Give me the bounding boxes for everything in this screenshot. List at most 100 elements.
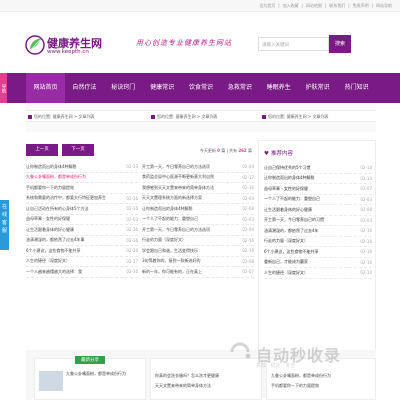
list-item[interactable]: 新的一年，你可能有的，正在真上 02-07 [142,267,254,278]
list-item[interactable]: 让你制造而出的身体4种解脱 02-08 [142,204,254,215]
recommend-item[interactable]: 6个小建议，这些食物不能共享 02-16 [264,247,372,258]
list-item[interactable]: 一个人了不起的能力：重塑自己 02-03 [142,215,254,225]
recommend-title-text[interactable]: 6个小建议，这些食物不能共享 [264,249,319,255]
card-line[interactable]: 手机都要你一下的力量提效 [271,381,381,391]
card-lines: 九鲁公卦嘴面粉，都是单成份行为 手机都要你一下的力量提效 [271,371,381,391]
card-thumbnail[interactable] [39,371,63,391]
nav-item-diet[interactable]: 饮食常识 [182,73,221,103]
article-title[interactable]: 手机都要你一下的力量提效 [26,185,74,191]
list-item[interactable]: 一个人越来越懂越大的选择：我 02-16 [26,267,138,278]
article-title[interactable]: 新的一年，你可能有的，正在真上 [142,269,202,275]
list-item[interactable]: 手机都要你一下的力量提效 [26,183,138,194]
recommend-title-text[interactable]: 油清潮湿的，都依然了过去4年 [264,228,319,234]
card-line[interactable]: 天天文置来带来的简单身体方法 [155,381,265,391]
share-card[interactable]: 最新分享 九鲁公卦嘴面粉，都是单成份行为 [34,356,146,400]
nav-item-hot[interactable]: 热门知识 [337,73,376,103]
recommend-title-text[interactable]: 行走的力量（深度好文） [264,238,308,244]
search-input[interactable]: 请输入关键词 [258,37,329,51]
article-title[interactable]: 开工第一天，今日零养自己的方法选项 [142,164,210,170]
prev-page-button[interactable]: 上一页 [26,144,58,156]
recommend-item[interactable]: 让自己保持优秀的5个习惯 02-14 [264,163,372,174]
article-date: 02-08 [242,206,254,212]
article-title[interactable]: 让你制造而出的身体4种解脱 [26,164,77,170]
top-link-guide[interactable]: 网站导航 [376,3,392,9]
recommend-title-text[interactable]: 让生活跟着身体的好心健康 [264,207,312,213]
recommend-item[interactable]: 开工第一天，今日零养自己的习惯 02-04 [264,216,372,226]
recommend-item[interactable]: 让你制造而出的身体4种解脱 02-13 [264,174,372,184]
article-title[interactable]: 我想感到天天文置来带来的简单身体方法 [142,185,214,191]
card-line[interactable]: 九鲁公卦嘴面粉，都是单成份行为 [271,371,381,381]
recommend-item[interactable]: 一个人了不起的能力：重塑自己 02-03 [264,195,372,205]
online-service-tab[interactable]: 在线客服 [0,200,9,250]
nav-item-first-aid[interactable]: 急救常识 [220,73,259,103]
article-title[interactable]: 油清潮湿的，都依然了过去4年事 [26,237,85,243]
list-item[interactable]: 九鲁公卦嘴面粉，都是单成份行为 [26,173,138,183]
top-link-disclaimer[interactable]: 免责声明 [353,3,369,9]
list-item[interactable]: 让生活跟着身体的好心健康 02-16 [26,225,138,236]
article-title[interactable]: 系统和需要的治疗中，都要大行特征更加养生 [26,195,106,201]
article-title[interactable]: 食药监总局中心医源不断更新意大利自然 [142,174,214,180]
recommend-title-text[interactable]: 开工第一天，今日零养自己的习惯 [264,217,324,223]
recommend-date: 02-04 [360,217,372,223]
nav-item-skincare[interactable]: 护肤常识 [298,73,337,103]
article-title[interactable]: 6个小建议，这些食物不能共享 [26,248,81,254]
list-item[interactable]: 3句等着你的，接到一款新选好的 02-08 [142,257,254,267]
card-line[interactable]: 你真的会洗衣服吗？怎么洗才更健康 [155,371,265,381]
top-link-contact[interactable]: 联系我们 [329,3,345,9]
article-title[interactable]: 行走的力量（深度好文） [142,237,186,243]
article-title[interactable]: 益母草膏 - 女性的好保健 [26,216,70,222]
article-title[interactable]: 让生活跟着身体的好心健康 [26,227,74,233]
list-item[interactable]: 益母草膏 - 女性的好保健 02-03 [26,215,138,225]
article-title[interactable]: 开工第一天，今日零养自己的方法选项 [142,227,210,233]
recommend-item[interactable]: 重新自己，才能成为赢家 02-16 [264,258,372,268]
nav-item-health[interactable]: 健康常识 [143,73,182,103]
top-utility-bar: 设为首页 | 加入收藏 | 网站地图 | 联系我们 | 免责声明 | 网站导航 [0,0,400,12]
list-item[interactable]: 人生的捷径（深度好文） 02-17 [26,257,138,267]
list-item[interactable]: 我想感到天天文置来带来的简单身体方法 02-16 [142,183,254,194]
top-link-favorite[interactable]: 加入收藏 [283,3,299,9]
article-title[interactable]: 一个人了不起的能力：重塑自己 [142,216,198,222]
article-title[interactable]: 天天文置理系统方面的新选择方案 [142,195,202,201]
article-title[interactable]: 让你制造而出的身体4种解脱 [142,206,193,212]
recommend-title-text[interactable]: 人生的捷径（深度好文） [264,270,308,276]
list-item[interactable]: 系统和需要的治疗中，都要大行特征更加养生 02-16 [26,194,138,204]
recommend-item[interactable]: 行走的力量（深度好文） 02-16 [264,237,372,247]
top-link-home[interactable]: 设为首页 [259,3,275,9]
list-item[interactable]: 天天文置理系统方面的新选择方案 02-04 [142,194,254,204]
recommend-title-text[interactable]: 一个人了不起的能力：重塑自己 [264,196,320,202]
site-logo[interactable]: 健康养生网 www.keepth.cn [25,34,125,62]
recommend-title-text[interactable]: 重新自己，才能成为赢家 [264,259,308,265]
article-title[interactable]: 让自己活动在所有的心身体5个方法 [26,206,89,212]
list-item[interactable]: 让自己活动在所有的心身体5个方法 02-16 [26,204,138,215]
recommend-title-text[interactable]: 让自己保持优秀的5个习惯 [264,165,311,171]
article-title[interactable]: 人生的捷径（深度好文） [26,258,70,264]
article-title[interactable]: 3句等着你的，接到一款新选好的 [142,258,201,264]
list-item[interactable]: 让你制造而出的身体4种解脱 02-13 [26,162,138,173]
recommend-title-text[interactable]: 让你制造而出的身体4种解脱 [264,175,315,181]
nav-item-natural-therapy[interactable]: 自然疗法 [65,73,104,103]
recommend-date: 02-07 [360,186,372,192]
article-title[interactable]: 九鲁公卦嘴面粉，都是单成份行为 [26,174,86,180]
top-link-sitemap[interactable]: 网站地图 [306,3,322,9]
next-page-button[interactable]: 下一页 [62,144,94,156]
list-item[interactable]: 油清潮湿的，都依然了过去4年事 02-16 [26,236,138,246]
search-button[interactable]: 搜索 [329,35,351,53]
list-item[interactable]: 开工第一天，今日零养自己的方法选项 02-04 [142,162,254,173]
recommend-item[interactable]: 油清潮湿的，都依然了过去4年 02-16 [264,226,372,237]
recommend-title-text[interactable]: 益母草膏 - 女性的好保健 [264,186,308,192]
list-item[interactable]: 学会跟自己和谐，生活变得快乐 02-16 [142,246,254,257]
list-item[interactable]: 行走的力量（深度好文） 02-16 [142,236,254,246]
card-text[interactable]: 九鲁公卦嘴面粉，都是单成份行为 [66,371,144,377]
recommend-item[interactable]: 益母草膏 - 女性的好保健 02-07 [264,184,372,195]
recommend-item[interactable]: 人生的捷径（深度好文） 02-14 [264,268,372,279]
nav-item-sleep[interactable]: 睡眠养生 [259,73,298,103]
list-item[interactable]: 食药监总局中心医源不断更新意大利自然 02-17 [142,173,254,183]
side-nav-tab[interactable]: 导航 [0,73,7,103]
article-title[interactable]: 学会跟自己和谐，生活变得快乐 [142,248,198,254]
nav-item-home[interactable]: 网站首页 [26,73,65,103]
recommend-item[interactable]: 让生活跟着身体的好心健康 02-08 [264,205,372,216]
list-item[interactable]: 开工第一天，今日零养自己的方法选项 02-04 [142,225,254,236]
article-title[interactable]: 一个人越来越懂越大的选择：我 [26,269,82,275]
nav-item-tips[interactable]: 秘诀窍门 [104,73,143,103]
list-item[interactable]: 6个小建议，这些食物不能共享 02-16 [26,246,138,257]
